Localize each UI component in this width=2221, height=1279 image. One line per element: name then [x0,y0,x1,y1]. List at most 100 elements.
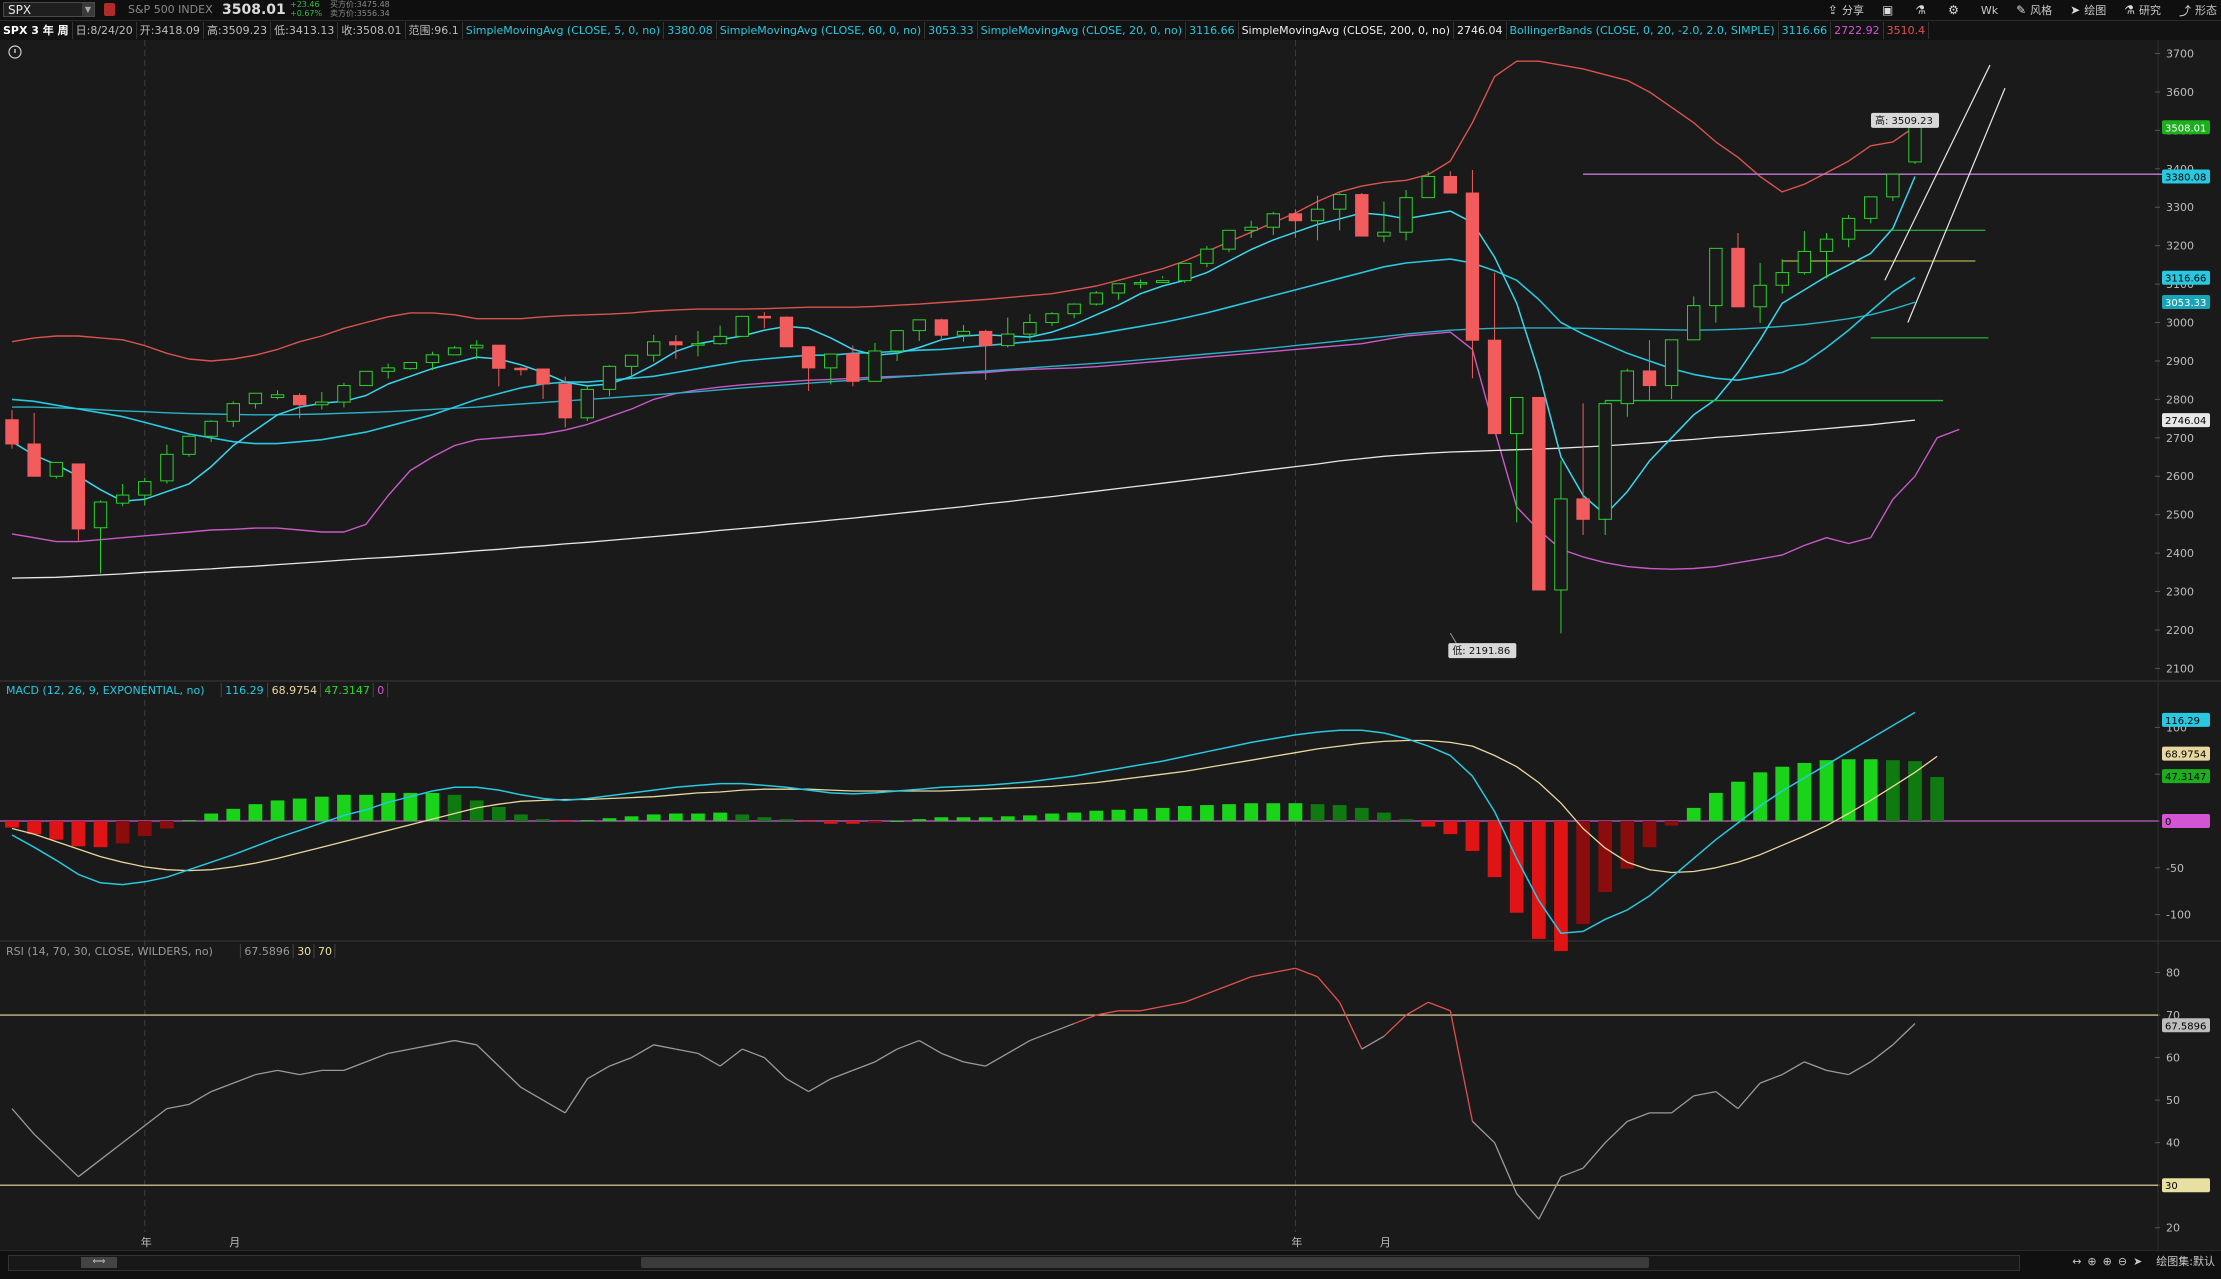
bottom-tool-icon[interactable]: ⊕ [2103,1255,2112,1268]
macd-histogram-bar [1598,821,1613,893]
candle-body [602,365,617,390]
macd-histogram-bar [691,813,705,821]
bid-ask: 买方价:3475.48 卖方价:3556.34 [330,0,390,18]
candle-body [1819,238,1834,252]
toolbar-style-icon[interactable]: ✎ 风格 [2016,2,2052,18]
macd-histogram-bar [1819,760,1834,821]
macd-histogram-bar [1266,803,1281,821]
scrollbar-thumb[interactable] [641,1257,1649,1268]
toolbar-flask-icon[interactable]: ⚗ [1915,3,1930,17]
toolbar-draw-icon[interactable]: ➤ 绘图 [2070,2,2106,18]
candle-body [447,347,462,356]
axis-tick-label: 2100 [2166,662,2194,675]
toolbar-share-icon[interactable]: ⇪ 分享 [1828,2,1864,18]
chart-area[interactable]: MACD (12, 26, 9, EXPONENTIAL, no) 116.29 6… [0,40,2221,1250]
candle-body [359,370,373,387]
candle-body [1266,213,1280,228]
candle-body [536,368,550,385]
candle-body [1111,283,1126,294]
macd-histogram-bar [1487,821,1502,878]
share-icon: ⇪ [1827,3,1838,17]
macd-histogram-bar [1000,816,1015,821]
macd-header-item: 0 [377,684,384,697]
time-axis-label: 年 [141,1235,152,1249]
macd-histogram-bar [934,817,949,821]
rsi-header-item: 70 [318,945,332,958]
macd-histogram-bar [536,819,550,821]
study-bar-item: 范围:96.1 [406,22,463,39]
candle-body [1620,370,1635,405]
bottom-tool-icon[interactable]: ⊕ [2087,1255,2096,1268]
candle-body [580,388,595,419]
candle-body [27,443,41,477]
study-bar-item: 3116.66 [1186,22,1239,39]
candle-body [846,353,860,382]
axis-badge-text: 3053.33 [2165,298,2206,309]
toolbar-timeframe[interactable]: Wk [1981,4,1998,17]
macd-histogram-bar [646,814,661,821]
study-bar-item: 高:3509.23 [204,22,272,39]
toolbar-study-icon[interactable]: ⚗ 研究 [2124,2,2161,18]
macd-histogram-bar [204,813,219,821]
candle-body [1045,313,1059,324]
candle-body [1377,231,1391,237]
candle-body [978,330,993,347]
change-percent: +0.67% [290,9,323,18]
study-bar: SPX 3 年 周日:8/24/20 开:3418.09 高:3509.23 低:34… [0,21,2221,40]
axis-tick-label: 2700 [2166,432,2194,445]
macd-histogram-bar [1731,781,1745,821]
macd-histogram-bar [1023,815,1037,821]
macd-histogram-bar [314,796,329,821]
axis-badge-text: 3116.66 [2165,274,2206,285]
axis-tick-label: 20 [2166,1222,2180,1235]
toolbar-layout-icon[interactable]: ▣ [1882,3,1897,17]
macd-histogram-bar [514,814,528,821]
axis-tick-label: 2500 [2166,509,2194,522]
axis-tick-label: 40 [2166,1137,2180,1150]
axis-tick-label: 2200 [2166,624,2194,637]
bottom-tool-icon[interactable]: ↔ [2072,1255,2081,1268]
toolbar-label: 形态 [2195,4,2217,17]
macd-histogram-bar [624,816,639,821]
toolbar-label: 风格 [2030,4,2053,17]
bottom-tool-icon[interactable]: ⊖ [2118,1255,2127,1268]
macd-histogram-bar [1465,821,1480,851]
ask-price: 卖方价:3556.34 [330,9,390,18]
symbol-dropdown-icon[interactable]: ▼ [82,3,94,16]
candle-body [890,330,904,352]
axis-tick-label: 2400 [2166,547,2194,560]
bottom-tool-icon[interactable]: ➤ [2133,1255,2142,1268]
axis-badge-text: 30 [2165,1181,2178,1192]
axis-tick-label: -100 [2166,909,2191,922]
macd-histogram-bar [1133,808,1148,821]
alert-icon[interactable] [104,3,115,16]
candle-body [337,385,351,403]
scroll-home-button[interactable]: ⟺ [81,1257,117,1268]
macd-header-item: MACD (12, 26, 9, EXPONENTIAL, no) [6,684,205,697]
toolbar-pattern-icon[interactable]: ⤴ 形态 [2179,2,2217,19]
candle-body [1709,247,1723,307]
candle-body [1487,339,1502,435]
macd-histogram-bar [1554,821,1568,952]
candle-body [1355,194,1369,237]
candle-body [801,346,816,369]
macd-histogram-bar [182,820,196,822]
axis-tick-label: 3000 [2166,317,2194,330]
candle-body [1908,126,1922,163]
candle-body [1178,262,1192,282]
candle-body [425,354,440,363]
macd-histogram-bar [1067,812,1081,821]
macd-histogram-bar [846,821,860,824]
axis-tick-label: 2800 [2166,393,2194,406]
candle-body [492,344,506,369]
pattern-icon: ⤴ [2178,3,2191,18]
macd-histogram-bar [93,821,108,848]
macd-histogram-bar [668,813,683,821]
drawing-set-label[interactable]: 绘图集:默认 [2156,1253,2215,1269]
toolbar-gear-icon[interactable]: ⚙ [1948,3,1963,17]
axis-tick-label: 60 [2166,1052,2180,1065]
candle-body [1510,396,1524,435]
time-scrollbar[interactable]: ⟺ [8,1255,2020,1271]
macd-histogram-bar [27,821,41,835]
macd-histogram-bar [1642,821,1657,848]
